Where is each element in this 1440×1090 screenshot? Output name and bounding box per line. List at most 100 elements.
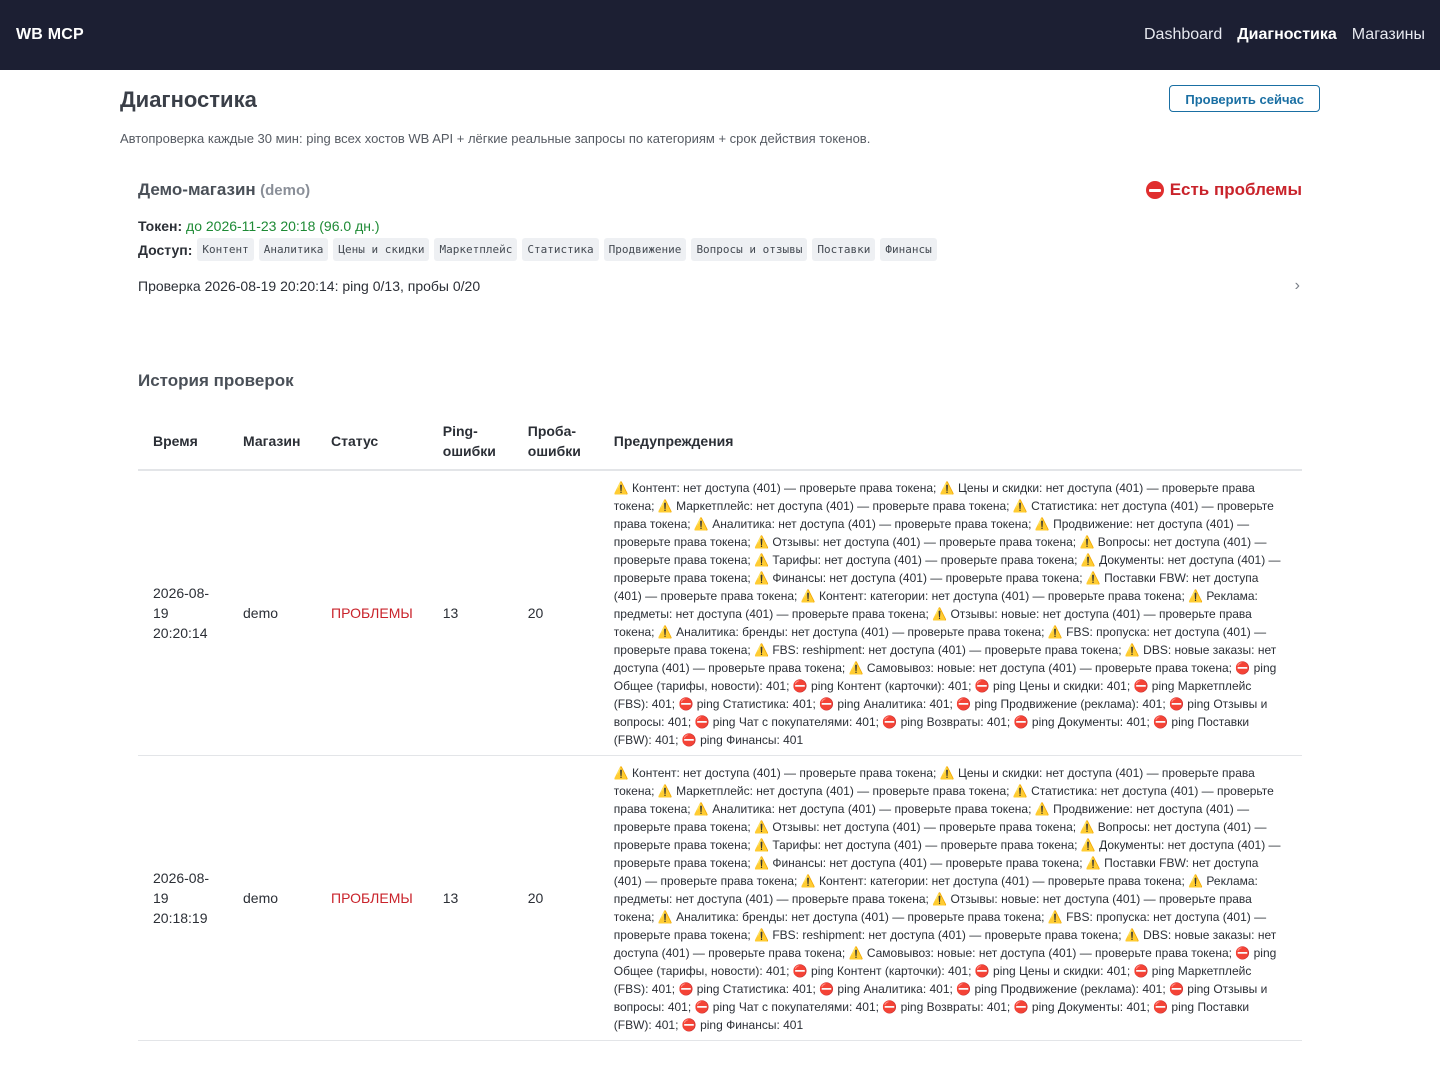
stop-icon: ⛔ xyxy=(1013,1000,1032,1014)
access-chip: Финансы xyxy=(880,238,937,261)
stop-icon: ⛔ xyxy=(819,697,838,711)
stop-icon: ⛔ xyxy=(974,679,994,693)
token-expiry: до 2026-11-23 20:18 (96.0 дн.) xyxy=(186,218,380,234)
warning-item: ⚠️ Тарифы: нет доступа (401) — проверьте… xyxy=(754,838,1081,852)
warning-text: Самовывоз: новые: нет доступа (401) — пр… xyxy=(866,946,1236,960)
warning-item: ⚠️ Контент: нет доступа (401) — проверьт… xyxy=(614,481,940,495)
cell-status: ПРОБЛЕМЫ xyxy=(316,755,428,1041)
warning-icon: ⚠️ xyxy=(1188,874,1207,888)
warning-icon: ⚠️ xyxy=(800,874,820,888)
chevron-right-icon[interactable]: › xyxy=(1295,277,1300,295)
stop-icon: ⛔ xyxy=(1013,715,1032,729)
warning-text: FBS: reshipment: нет доступа (401) — про… xyxy=(772,928,1125,942)
cell-store: demo xyxy=(228,470,316,756)
access-chip: Продвижение xyxy=(603,238,687,261)
warning-item: ⛔ ping Чат с покупателями: 401; xyxy=(695,715,883,729)
access-label: Доступ: xyxy=(138,241,193,258)
warning-item: ⛔ ping Возвраты: 401; xyxy=(882,715,1013,729)
stop-icon: ⛔ xyxy=(1153,1000,1172,1014)
last-check-details-toggle[interactable]: Проверка 2026-08-19 20:20:14: ping 0/13,… xyxy=(138,277,1302,295)
cell-ping-errors: 13 xyxy=(427,470,513,756)
nav-diagnostics[interactable]: Диагностика xyxy=(1237,26,1337,44)
warning-icon: ⚠️ xyxy=(1085,571,1105,585)
warning-text: FBS: reshipment: нет доступа (401) — про… xyxy=(772,643,1125,657)
warning-icon: ⚠️ xyxy=(754,820,773,834)
store-status: Есть проблемы xyxy=(1145,180,1302,200)
brand-logo[interactable]: WB MCP xyxy=(16,26,84,44)
store-card-header: Демо-магазин (demo) Есть проблемы xyxy=(138,180,1302,200)
warning-icon: ⚠️ xyxy=(754,643,773,657)
warning-item: ⛔ ping Финансы: 401 xyxy=(682,733,803,747)
cell-ping-errors: 13 xyxy=(427,755,513,1041)
warning-text: Отзывы: нет доступа (401) — проверьте пр… xyxy=(772,820,1080,834)
nav-stores[interactable]: Магазины xyxy=(1352,26,1425,44)
warning-icon: ⚠️ xyxy=(754,553,773,567)
warning-item: ⚠️ Аналитика: бренды: нет доступа (401) … xyxy=(658,625,1048,639)
warning-icon: ⚠️ xyxy=(613,766,633,780)
page-title: Диагностика xyxy=(120,87,257,112)
warning-icon: ⚠️ xyxy=(657,784,677,798)
store-id: (demo) xyxy=(260,182,311,199)
warning-text: Маркетплейс: нет доступа (401) — проверь… xyxy=(676,499,1013,513)
warning-icon: ⚠️ xyxy=(1047,625,1067,639)
nav-dashboard[interactable]: Dashboard xyxy=(1144,26,1222,44)
cell-probe-errors: 20 xyxy=(512,755,599,1041)
warning-icon: ⚠️ xyxy=(754,928,773,942)
warning-item: ⛔ ping Возвраты: 401; xyxy=(882,1000,1013,1014)
warning-item: ⛔ ping Продвижение (реклама): 401; xyxy=(956,697,1169,711)
warning-text: ping Аналитика: 401; xyxy=(837,982,957,996)
warning-icon: ⚠️ xyxy=(939,766,958,780)
stop-icon: ⛔ xyxy=(1235,946,1254,960)
warning-item: ⚠️ Аналитика: бренды: нет доступа (401) … xyxy=(658,910,1048,924)
warning-item: ⚠️ Тарифы: нет доступа (401) — проверьте… xyxy=(754,553,1081,567)
warning-icon: ⚠️ xyxy=(1034,517,1054,531)
warning-icon: ⚠️ xyxy=(1047,910,1067,924)
stop-icon: ⛔ xyxy=(1235,661,1254,675)
warning-text: ping Цены и скидки: 401; xyxy=(993,679,1134,693)
stop-icon: ⛔ xyxy=(882,1000,901,1014)
warning-item: ⚠️ Маркетплейс: нет доступа (401) — пров… xyxy=(658,784,1013,798)
access-chip: Контент xyxy=(197,238,254,261)
warning-text: Контент: нет доступа (401) — проверьте п… xyxy=(632,481,940,495)
warning-item: ⚠️ Аналитика: нет доступа (401) — провер… xyxy=(694,802,1035,816)
warning-item: ⛔ ping Аналитика: 401; xyxy=(819,697,956,711)
warning-item: ⚠️ Финансы: нет доступа (401) — проверьт… xyxy=(754,571,1086,585)
warning-text: Отзывы: нет доступа (401) — проверьте пр… xyxy=(772,535,1080,549)
stop-icon: ⛔ xyxy=(792,964,812,978)
warning-text: ping Продвижение (реклама): 401; xyxy=(974,697,1170,711)
warning-item: ⛔ ping Статистика: 401; xyxy=(678,982,819,996)
warning-icon: ⚠️ xyxy=(800,589,820,603)
cell-time: 2026-08-19 20:20:14 xyxy=(138,470,228,756)
warning-icon: ⚠️ xyxy=(1012,784,1032,798)
access-chip: Вопросы и отзывы xyxy=(691,238,808,261)
warning-text: ping Контент (карточки): 401; xyxy=(811,679,975,693)
warning-item: ⛔ ping Финансы: 401 xyxy=(682,1018,803,1032)
warning-text: ping Чат с покупателями: 401; xyxy=(712,715,883,729)
check-now-button[interactable]: Проверить сейчас xyxy=(1169,85,1320,112)
warning-item: ⚠️ Маркетплейс: нет доступа (401) — пров… xyxy=(658,499,1013,513)
warning-text: Тарифы: нет доступа (401) — проверьте пр… xyxy=(772,553,1081,567)
warning-icon: ⚠️ xyxy=(754,571,773,585)
last-check-summary: Проверка 2026-08-19 20:20:14: ping 0/13,… xyxy=(138,278,481,294)
warning-icon: ⚠️ xyxy=(1079,820,1098,834)
warning-icon: ⚠️ xyxy=(1034,802,1054,816)
warning-icon: ⚠️ xyxy=(754,535,773,549)
warning-text: Контент: категории: нет доступа (401) — … xyxy=(819,589,1189,603)
token-info: Токен: до 2026-11-23 20:18 (96.0 дн.) xyxy=(138,218,1302,234)
stop-icon: ⛔ xyxy=(974,964,994,978)
warning-item: ⛔ ping Цены и скидки: 401; xyxy=(975,679,1134,693)
store-title: Демо-магазин (demo) xyxy=(138,180,310,200)
stop-icon: ⛔ xyxy=(956,697,975,711)
warning-item: ⛔ ping Контент (карточки): 401; xyxy=(793,964,975,978)
history-title: История проверок xyxy=(138,371,294,390)
cell-probe-errors: 20 xyxy=(512,470,599,756)
warning-text: Аналитика: бренды: нет доступа (401) — п… xyxy=(676,910,1048,924)
warning-item: ⚠️ Самовывоз: новые: нет доступа (401) —… xyxy=(849,661,1236,675)
warning-icon: ⚠️ xyxy=(1079,535,1098,549)
warning-icon: ⚠️ xyxy=(1124,643,1144,657)
warning-icon: ⚠️ xyxy=(693,802,713,816)
stop-icon: ⛔ xyxy=(1133,679,1152,693)
warning-icon: ⚠️ xyxy=(613,481,633,495)
warning-item: ⛔ ping Документы: 401; xyxy=(1014,715,1154,729)
warning-icon: ⚠️ xyxy=(1080,838,1100,852)
